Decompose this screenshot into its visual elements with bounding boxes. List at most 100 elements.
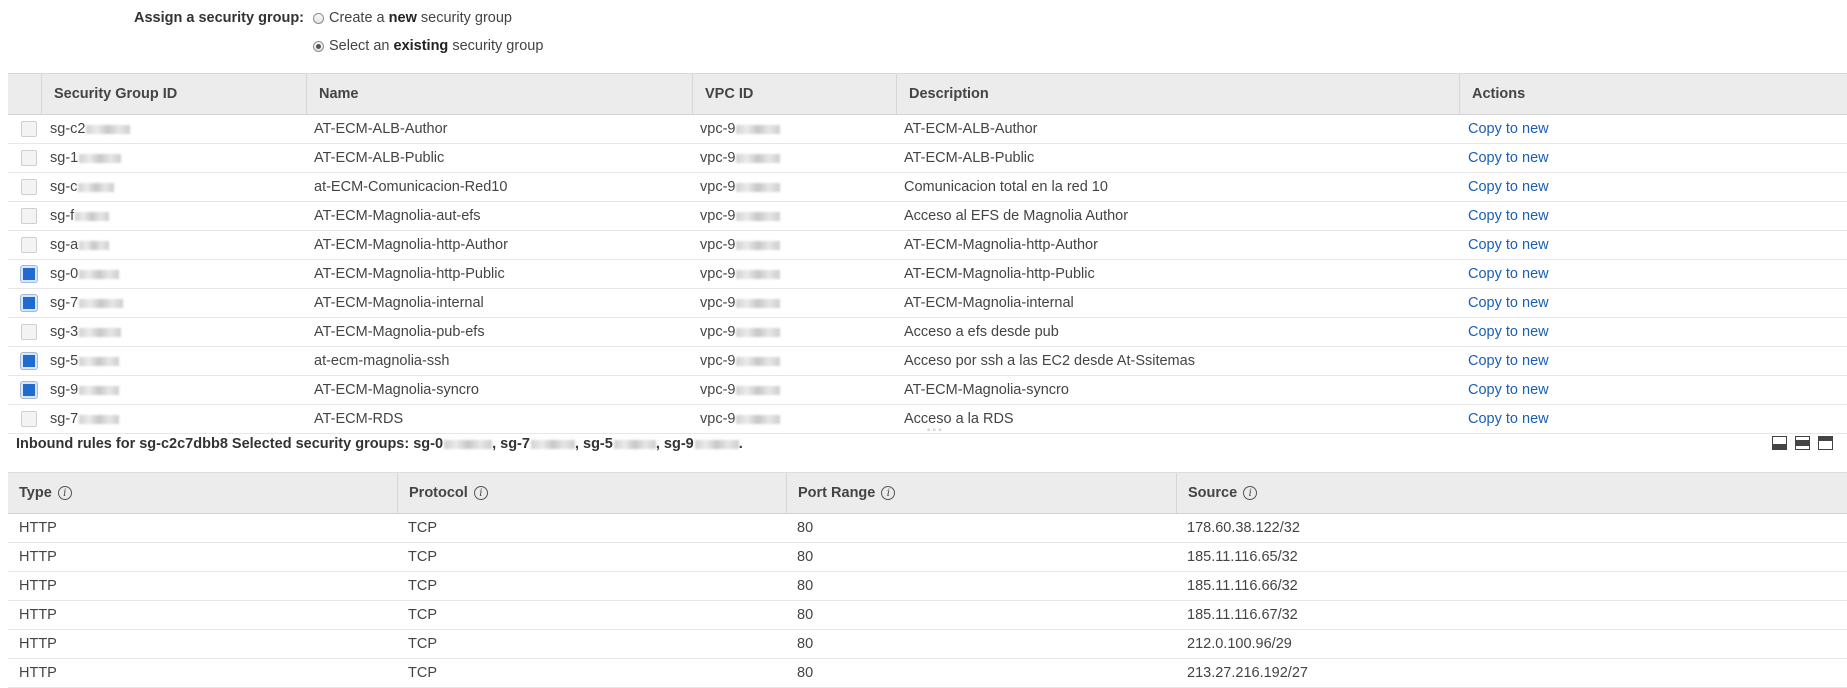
security-group-name: AT-ECM-Magnolia-http-Public: [314, 266, 505, 282]
row-select-checkbox[interactable]: [21, 150, 37, 166]
copy-to-new-link[interactable]: Copy to new: [1468, 347, 1549, 375]
rule-protocol: TCP: [408, 578, 437, 594]
copy-to-new-link[interactable]: Copy to new: [1468, 405, 1549, 433]
vpc-id-cell: vpc-9: [700, 318, 781, 346]
rule-type: HTTP: [19, 665, 57, 681]
column-header-security-group-id[interactable]: Security Group ID: [41, 74, 306, 114]
security-group-id-cell: sg-7: [50, 405, 120, 433]
row-select-checkbox[interactable]: [21, 179, 37, 195]
column-header-vpc-id[interactable]: VPC ID: [692, 74, 896, 114]
radio-button[interactable]: [313, 12, 324, 24]
redacted-text: [736, 269, 781, 279]
row-select-checkbox[interactable]: [21, 324, 37, 340]
rule-port-range: 80: [797, 665, 814, 681]
redacted-text: [75, 211, 110, 221]
info-icon[interactable]: i: [473, 486, 488, 501]
vpc-id: vpc-9: [700, 121, 736, 137]
security-group-description: Acceso al EFS de Magnolia Author: [904, 208, 1129, 224]
table-row[interactable]: sg-7 AT-ECM-Magnolia-internal vpc-9 AT-ECM-…: [8, 289, 1847, 318]
row-select-checkbox[interactable]: [21, 121, 37, 137]
column-header-name[interactable]: Name: [306, 74, 692, 114]
table-row[interactable]: sg-a AT-ECM-Magnolia-http-Author vpc-9 AT-E…: [8, 231, 1847, 260]
table-row[interactable]: sg-5 at-ecm-magnolia-ssh vpc-9 Acceso por s…: [8, 347, 1847, 376]
redacted-text: [736, 385, 781, 395]
copy-to-new-link[interactable]: Copy to new: [1468, 289, 1549, 317]
table-row[interactable]: sg-c at-ECM-Comunicacion-Red10 vpc-9 Comuni…: [8, 173, 1847, 202]
redacted-text: [444, 439, 493, 449]
security-group-id: sg-1: [50, 150, 79, 166]
copy-to-new-link[interactable]: Copy to new: [1468, 115, 1549, 143]
create-new-sg-option[interactable]: Create a new security group: [313, 10, 512, 26]
layout-split-icon[interactable]: [1795, 436, 1810, 450]
radio-button[interactable]: [313, 40, 324, 52]
vpc-id-cell: vpc-9: [700, 289, 781, 317]
security-group-description: Comunicacion total en la red 10: [904, 179, 1108, 195]
security-group-id: sg-a: [50, 237, 79, 253]
rule-type: HTTP: [19, 578, 57, 594]
row-select-checkbox[interactable]: [21, 382, 37, 398]
table-row[interactable]: sg-1 AT-ECM-ALB-Public vpc-9 AT-ECM-ALB-Pub…: [8, 144, 1847, 173]
security-group-id-cell: sg-c2: [50, 115, 131, 143]
column-header-description[interactable]: Description: [896, 74, 1459, 114]
rule-type: HTTP: [19, 607, 57, 623]
row-select-checkbox[interactable]: [21, 295, 37, 311]
security-group-description: Acceso a la RDS: [904, 411, 1014, 427]
security-group-id: sg-c2: [50, 121, 86, 137]
column-header-protocol: Protocol i: [397, 473, 786, 513]
redacted-text: [736, 182, 781, 192]
security-group-name: AT-ECM-Magnolia-aut-efs: [314, 208, 481, 224]
copy-to-new-link[interactable]: Copy to new: [1468, 144, 1549, 172]
table-row[interactable]: sg-c2 AT-ECM-ALB-Author vpc-9 AT-ECM-ALB-Au…: [8, 115, 1847, 144]
row-select-checkbox[interactable]: [21, 411, 37, 427]
security-group-description: AT-ECM-Magnolia-syncro: [904, 382, 1069, 398]
info-icon[interactable]: i: [1243, 486, 1258, 501]
copy-to-new-link[interactable]: Copy to new: [1468, 202, 1549, 230]
assign-security-group-label: Assign a security group:: [134, 10, 305, 26]
selected-group-id: sg-5: [583, 436, 613, 452]
select-existing-sg-label: Select an existing security group: [329, 38, 544, 54]
layout-top-icon[interactable]: [1818, 436, 1833, 450]
copy-to-new-link[interactable]: Copy to new: [1468, 231, 1549, 259]
pane-resize-handle[interactable]: ◦◦◦: [927, 425, 944, 436]
info-icon[interactable]: i: [881, 486, 896, 501]
security-group-description: AT-ECM-ALB-Author: [904, 121, 1038, 137]
row-select-checkbox[interactable]: [21, 237, 37, 253]
redacted-text: [79, 240, 110, 250]
vpc-id: vpc-9: [700, 150, 736, 166]
table-row[interactable]: sg-0 AT-ECM-Magnolia-http-Public vpc-9 AT-E…: [8, 260, 1847, 289]
row-select-checkbox[interactable]: [21, 353, 37, 369]
redacted-text: [79, 385, 120, 395]
table-row: HTTP TCP 80 178.60.38.122/32: [8, 514, 1847, 543]
security-group-id-cell: sg-3: [50, 318, 122, 346]
column-header-protocol-label: Protocol: [409, 485, 468, 501]
table-row[interactable]: sg-3 AT-ECM-Magnolia-pub-efs vpc-9 Acceso a…: [8, 318, 1847, 347]
vpc-id-cell: vpc-9: [700, 260, 781, 288]
security-group-name: AT-ECM-RDS: [314, 411, 404, 427]
copy-to-new-link[interactable]: Copy to new: [1468, 260, 1549, 288]
rule-source: 212.0.100.96/29: [1187, 636, 1292, 652]
vpc-id-cell: vpc-9: [700, 405, 781, 433]
selected-group-id: sg-0: [413, 436, 444, 452]
row-select-checkbox[interactable]: [21, 208, 37, 224]
rule-source: 178.60.38.122/32: [1187, 520, 1300, 536]
table-row: HTTP TCP 80 185.11.116.66/32: [8, 572, 1847, 601]
info-icon[interactable]: i: [57, 486, 72, 501]
security-group-id: sg-c: [50, 179, 78, 195]
security-group-name: AT-ECM-Magnolia-internal: [314, 295, 484, 311]
column-header-source-label: Source: [1188, 485, 1238, 501]
table-row[interactable]: sg-f AT-ECM-Magnolia-aut-efs vpc-9 Acceso a…: [8, 202, 1847, 231]
create-new-sg-label: Create a new security group: [329, 10, 512, 26]
copy-to-new-link[interactable]: Copy to new: [1468, 173, 1549, 201]
security-group-description: AT-ECM-ALB-Public: [904, 150, 1035, 166]
copy-to-new-link[interactable]: Copy to new: [1468, 376, 1549, 404]
table-row[interactable]: sg-9 AT-ECM-Magnolia-syncro vpc-9 AT-ECM-Ma…: [8, 376, 1847, 405]
row-select-checkbox[interactable]: [21, 266, 37, 282]
copy-to-new-link[interactable]: Copy to new: [1468, 318, 1549, 346]
security-group-name: AT-ECM-ALB-Public: [314, 150, 445, 166]
select-existing-sg-option[interactable]: Select an existing security group: [313, 38, 543, 54]
layout-bottom-icon[interactable]: [1772, 436, 1787, 450]
vpc-id: vpc-9: [700, 208, 736, 224]
rule-protocol: TCP: [408, 607, 437, 623]
vpc-id: vpc-9: [700, 324, 736, 340]
redacted-text: [78, 182, 115, 192]
